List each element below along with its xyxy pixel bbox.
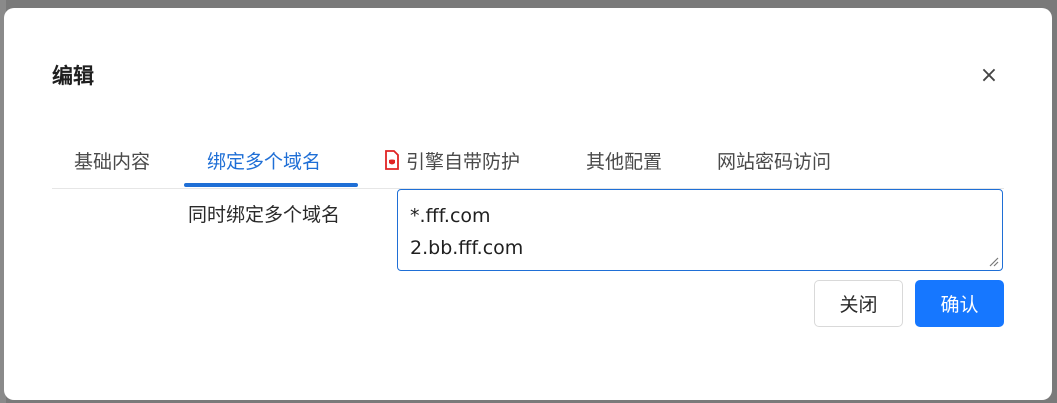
tab-site-password[interactable]: 网站密码访问 (717, 140, 831, 180)
tab-engine-protection[interactable]: 引擎自带防护 (384, 140, 520, 180)
tab-basic[interactable]: 基础内容 (74, 140, 150, 180)
close-button[interactable]: 关闭 (814, 280, 903, 327)
active-tab-indicator (184, 183, 358, 187)
confirm-button[interactable]: 确认 (915, 280, 1004, 327)
domains-textarea[interactable]: *.fff.com 2.bb.fff.com (397, 189, 1003, 271)
close-icon[interactable]: × (974, 62, 1004, 92)
dialog-title: 编辑 (52, 64, 94, 88)
tab-label: 基础内容 (74, 150, 151, 173)
tab-bind-domains[interactable]: 绑定多个域名 (207, 140, 321, 180)
tab-label: 网站密码访问 (717, 150, 832, 173)
domains-textarea-value: *.fff.com 2.bb.fff.com (410, 205, 524, 259)
shield-icon (385, 150, 399, 170)
domains-field-label: 同时绑定多个域名 (188, 204, 341, 226)
tab-label: 其他配置 (586, 150, 663, 173)
tab-other-config[interactable]: 其他配置 (586, 140, 662, 180)
tab-label: 引擎自带防护 (406, 150, 521, 173)
resize-handle-icon[interactable] (989, 257, 999, 267)
tab-label: 绑定多个域名 (207, 150, 322, 173)
edit-dialog: 编辑 × 基础内容 绑定多个域名 引擎自带防护 其他配置 网站密码访问 同时绑定… (4, 8, 1052, 400)
tab-bar: 基础内容 绑定多个域名 引擎自带防护 其他配置 网站密码访问 (52, 132, 1004, 189)
